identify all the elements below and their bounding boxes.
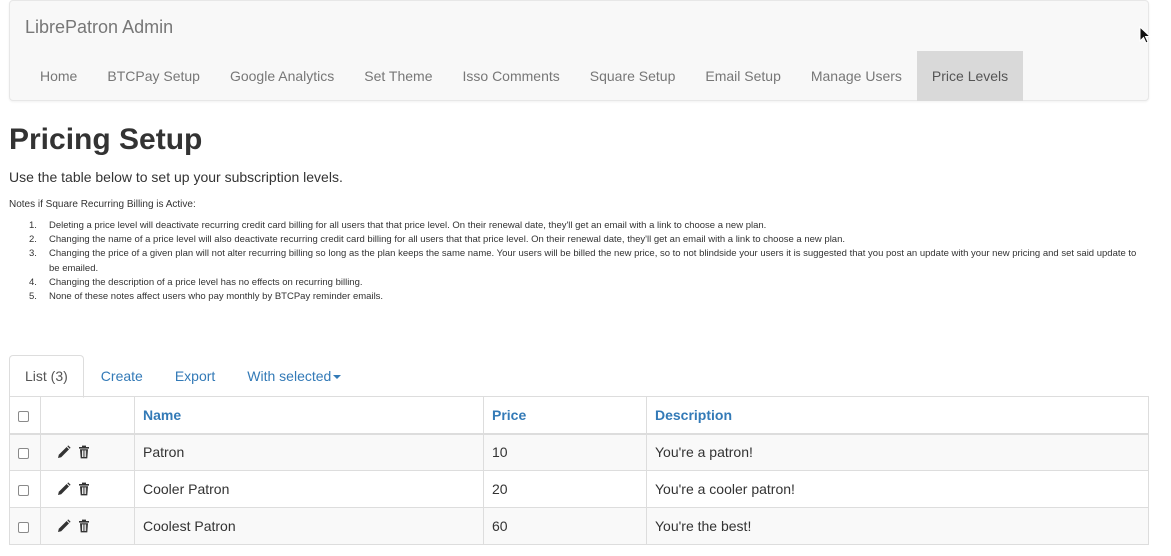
table-header-row: Name Price Description: [9, 396, 1149, 435]
table-row: Patron 10 You're a patron!: [9, 433, 1149, 471]
row-actions-cell: [40, 507, 135, 545]
column-header-name[interactable]: Name: [134, 396, 484, 435]
column-header-price[interactable]: Price: [483, 396, 647, 435]
tab-export[interactable]: Export: [160, 355, 230, 397]
row-actions-cell: [40, 433, 135, 471]
brand-title[interactable]: LibrePatron Admin: [25, 17, 173, 37]
tab-with-selected[interactable]: With selected: [232, 355, 356, 397]
select-all-checkbox[interactable]: [18, 410, 29, 422]
note-item: 5. None of these notes affect users who p…: [29, 291, 384, 303]
notes-list: 1. Deleting a price level will deactivate…: [29, 219, 1144, 304]
row-checkbox[interactable]: [18, 484, 29, 496]
note-item: 1. Deleting a price level will deactivate…: [29, 220, 767, 231]
navbar: LibrePatron Admin Home BTCPay Setup Goog…: [9, 0, 1149, 101]
trash-icon[interactable]: [77, 482, 91, 496]
cell-description: You're a cooler patron!: [646, 470, 1149, 508]
list-tabs: List (3) Create Export With selected: [9, 355, 1149, 398]
note-item: 4. Changing the description of a price le…: [29, 276, 363, 288]
nav-item-google-analytics[interactable]: Google Analytics: [215, 51, 349, 101]
cell-description: You're a patron!: [646, 433, 1149, 471]
row-checkbox[interactable]: [18, 521, 29, 533]
notes-title: Notes if Square Recurring Billing is Act…: [9, 199, 196, 210]
cell-price: 20: [483, 470, 647, 508]
column-header-description[interactable]: Description: [646, 396, 1149, 435]
table-row: Cooler Patron 20 You're a cooler patron!: [9, 470, 1149, 508]
page-title: Pricing Setup: [9, 123, 203, 156]
tab-create[interactable]: Create: [86, 355, 158, 397]
row-select-cell: [9, 433, 41, 471]
nav-item-btcpay-setup[interactable]: BTCPay Setup: [92, 51, 215, 101]
cell-name: Cooler Patron: [134, 470, 484, 508]
nav-item-manage-users[interactable]: Manage Users: [796, 51, 917, 101]
cell-price: 10: [483, 433, 647, 471]
row-select-cell: [9, 507, 41, 545]
nav-item-price-levels[interactable]: Price Levels: [916, 51, 1024, 101]
tab-list[interactable]: List (3): [9, 355, 84, 398]
header-actions-cell: [40, 396, 135, 435]
row-select-cell: [9, 470, 41, 508]
pencil-icon[interactable]: [57, 519, 71, 533]
price-levels-table: Name Price Description Patron 10 You're …: [9, 396, 1149, 545]
cell-description: You're the best!: [646, 507, 1149, 545]
nav-item-home[interactable]: Home: [25, 51, 92, 101]
row-checkbox[interactable]: [18, 448, 29, 460]
pencil-icon[interactable]: [57, 482, 71, 496]
nav-item-email-setup[interactable]: Email Setup: [690, 51, 795, 101]
page-intro: Use the table below to set up your subsc…: [9, 169, 343, 185]
mouse-pointer-icon: [1139, 25, 1152, 44]
header-select-all-cell: [9, 396, 41, 435]
note-item: 3. Changing the price of a given plan wil…: [29, 248, 1137, 274]
with-selected-label: With selected: [247, 368, 332, 384]
nav-item-isso-comments[interactable]: Isso Comments: [448, 51, 575, 101]
row-actions-cell: [40, 470, 135, 508]
cell-price: 60: [483, 507, 647, 545]
nav-item-square-setup[interactable]: Square Setup: [575, 51, 691, 101]
trash-icon[interactable]: [77, 445, 91, 459]
main-nav: Home BTCPay Setup Google Analytics Set T…: [25, 51, 1024, 101]
table-row: Coolest Patron 60 You're the best!: [9, 507, 1149, 545]
pencil-icon[interactable]: [57, 445, 71, 459]
caret-down-icon: [333, 375, 342, 380]
nav-item-set-theme[interactable]: Set Theme: [349, 51, 447, 101]
note-item: 2. Changing the name of a price level wil…: [29, 234, 846, 246]
cell-name: Patron: [134, 433, 484, 471]
cell-name: Coolest Patron: [134, 507, 484, 545]
trash-icon[interactable]: [77, 519, 91, 533]
